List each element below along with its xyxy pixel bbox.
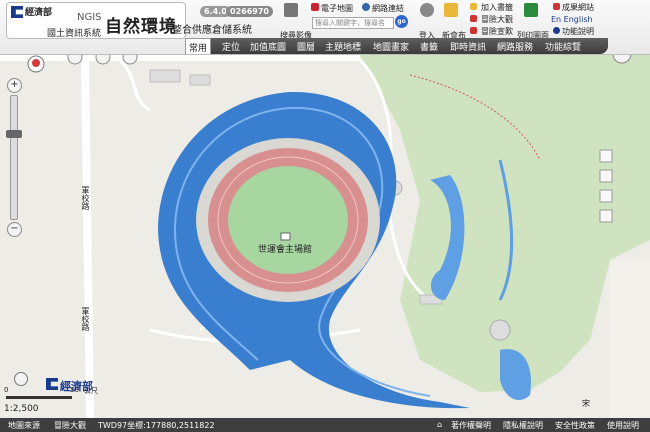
web-links-icon[interactable] [362, 3, 370, 11]
zoom-slider-thumb[interactable] [6, 130, 22, 138]
menu-layers[interactable]: 圖層 [297, 40, 315, 53]
print-icon[interactable] [524, 3, 538, 17]
system-name: 國土資訊系統 [47, 29, 102, 39]
road-main [81, 57, 94, 419]
disclaimer-link[interactable]: 冒險大觀 [481, 14, 513, 25]
search-input[interactable]: 搜尋入關鍵字，搜尋名 [312, 17, 394, 29]
risk-notice-link[interactable]: 冒險宣歎 [481, 26, 513, 37]
menu-basemap[interactable]: 加值底圖 [250, 40, 286, 53]
menu-realtime[interactable]: 即時資訊 [450, 40, 486, 53]
status-bar: 地圖來源 冒險大觀 TWD97坐標:177880,2511822 ⌂ 著作權聲明… [0, 418, 650, 432]
menu-map-painter[interactable]: 地圖畫家 [373, 40, 409, 53]
copyright-link[interactable]: 著作權聲明 [451, 420, 491, 431]
scale-unit: 公尺 [84, 387, 98, 395]
function-help-link[interactable]: 功能說明 [562, 26, 594, 37]
menu-common-tab[interactable]: 常用 [185, 38, 211, 54]
football-field [228, 166, 348, 274]
app-subtitle: 整合供應倉儲系統 [172, 25, 252, 36]
english-link[interactable]: En English [551, 15, 593, 24]
ministry-logo-icon [11, 6, 23, 18]
search-go-button[interactable]: go [395, 15, 408, 28]
privacy-link[interactable]: 隱私權說明 [503, 420, 543, 431]
scale-ratio: 1:2,500 [4, 404, 39, 414]
e-map-icon[interactable] [311, 3, 319, 11]
zoom-slider-track[interactable] [10, 95, 18, 220]
scale-fifty: 50 [70, 386, 79, 394]
road-label-lower: 軍校路 [81, 307, 90, 331]
scale-zero: 0 [4, 386, 9, 394]
ngis-label: NGIS [77, 12, 102, 23]
map-source-link[interactable]: 地圖來源 [8, 420, 40, 431]
map-canvas[interactable] [0, 0, 650, 432]
add-bookmark-link[interactable]: 加入書籤 [481, 2, 513, 13]
menu-common-label: 常用 [189, 44, 208, 54]
security-link[interactable]: 安全性政策 [555, 420, 595, 431]
bookmark-icon[interactable] [470, 3, 477, 10]
menu-landmarks[interactable]: 主題地標 [325, 40, 361, 53]
web-links-link[interactable]: 網路連結 [372, 3, 404, 14]
stadium-label: 世運會主場館 [258, 245, 313, 255]
org-name: 經濟部 [25, 8, 53, 18]
help-icon[interactable] [553, 27, 560, 34]
news-icon[interactable] [444, 3, 458, 17]
achievement-icon[interactable] [553, 3, 560, 10]
disclaimer-icon[interactable] [470, 15, 477, 22]
e-map-link[interactable]: 電子地圖 [321, 3, 353, 14]
disclaimer-status-link[interactable]: 冒險大觀 [54, 420, 86, 431]
menu-overview[interactable]: 功能綜覽 [545, 40, 581, 53]
menu-locate[interactable]: 定位 [222, 40, 240, 53]
scale-line [6, 396, 72, 399]
compass-logo-icon [14, 372, 28, 386]
main-menu: 定位 加值底圖 圖層 主題地標 地圖畫家 書籤 即時資訊 網路服務 功能綜覽 [185, 38, 608, 54]
search-image-icon[interactable] [284, 3, 298, 17]
zoom-in-button[interactable]: + [7, 78, 22, 93]
zoom-out-button[interactable]: − [7, 222, 22, 237]
app-title: 自然環境 [105, 17, 177, 37]
place-label: 宋 [582, 399, 590, 408]
coordinate-readout: TWD97坐標:177880,2511822 [98, 421, 215, 430]
login-icon[interactable] [420, 3, 434, 17]
user-guide-link[interactable]: 使用說明 [607, 420, 639, 431]
menu-bookmarks[interactable]: 書籤 [420, 40, 438, 53]
risk-icon[interactable] [470, 27, 477, 34]
visitor-counter: 0266970 [226, 6, 273, 17]
achievement-site-link[interactable]: 成果網站 [562, 2, 594, 13]
home-icon[interactable]: ⌂ [437, 420, 442, 429]
location-pin-icon [32, 59, 40, 67]
menu-web-services[interactable]: 網路服務 [497, 40, 533, 53]
road-label-upper: 軍校路 [81, 186, 90, 210]
